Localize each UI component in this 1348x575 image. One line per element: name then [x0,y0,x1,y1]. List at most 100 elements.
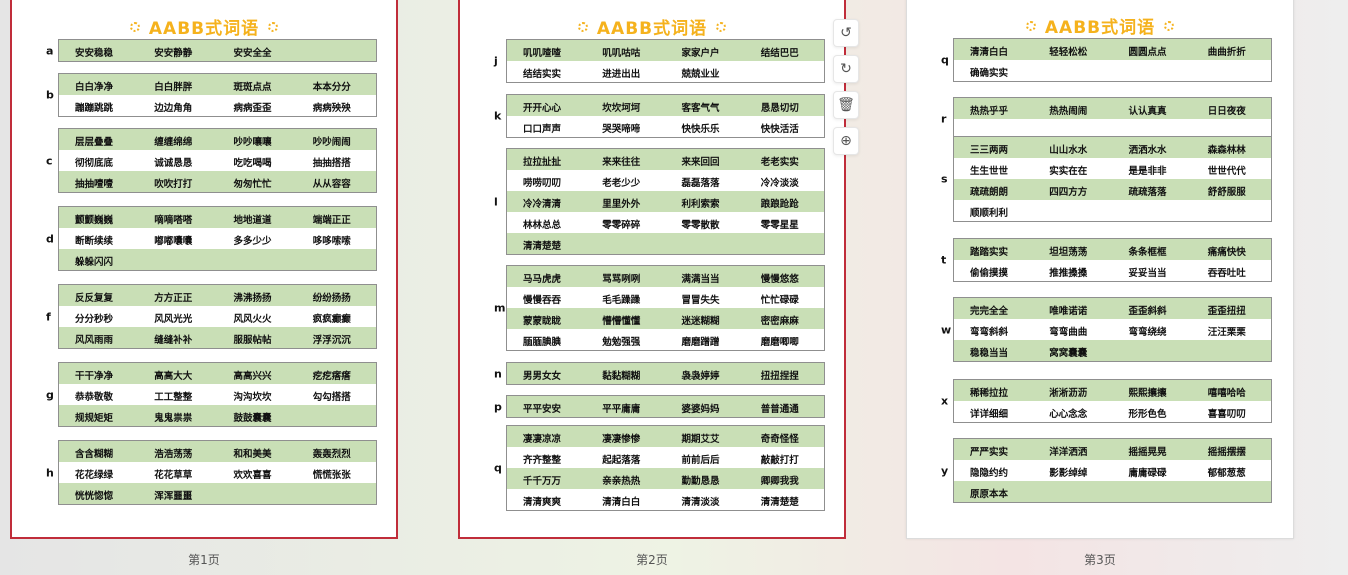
table-row: 规规矩矩 鬼鬼祟祟 鼓鼓囊囊 [59,405,376,426]
word-text: 轰轰烈烈 [312,449,351,460]
word-text: 原原本本 [970,489,1009,500]
word-cell: 骂骂咧咧 [586,271,665,287]
word-text: 热热闹闹 [1049,106,1088,117]
word-text: 彻彻底底 [75,158,114,169]
word-text: 服服帖帖 [233,335,272,346]
table-row: 详详细细 心心念念 形形色色 喜喜叨叨 [954,401,1271,422]
sun-icon [577,22,588,32]
table-row: 干干净净 高高大大 高高兴兴 疙疙瘩瘩 [59,363,376,384]
word-cell: 平平安安 [507,401,586,417]
page-3[interactable]: AABB式词语 q 清清白白 轻轻松松 圆圆点点 曲曲折折 确确实实 r 热热乎乎 热热闹闹 认认真… [906,0,1294,539]
word-cell: 鬼鬼祟祟 [138,410,217,426]
page-1[interactable]: AABB式词语 a 安安稳稳 安安静静 安安全全 b 白白净净 白白胖胖 斑斑点点 本本分分 蹦蹦跳… [10,0,398,539]
word-text: 老老实实 [760,157,799,168]
word-table: 男男女女 黏黏糊糊 袅袅婷婷 扭扭捏捏 [506,362,825,385]
table-row: 严严实实 洋洋洒洒 摇摇晃晃 摇摇摆摆 [954,439,1271,460]
word-text: 浩浩荡荡 [154,449,193,460]
word-table: 开开心心 坎坎坷坷 客客气气 恳恳切切 口口声声 哭哭啼啼 快快乐乐 快快活活 [506,94,825,138]
word-cell: 吃吃喝喝 [218,155,297,171]
word-text: 规规矩矩 [75,413,114,424]
word-text: 汪汪栗栗 [1207,327,1246,338]
word-cell [138,268,217,270]
group-letter: w [941,323,952,336]
word-text: 高高兴兴 [233,371,272,382]
word-cell: 病病殃殃 [297,100,376,116]
rotate-left-button[interactable]: ↺ [833,19,859,47]
word-cell: 地地道道 [218,212,297,228]
word-text: 心心念念 [1049,409,1088,420]
word-text: 轻轻松松 [1049,47,1088,58]
page-number-label: 第3页 [1084,553,1116,567]
word-cell: 日日夜夜 [1192,103,1271,119]
word-text: 喜喜叨叨 [1207,409,1246,420]
word-cell: 清清爽爽 [507,494,586,510]
word-text: 平平安安 [523,404,562,415]
add-button[interactable]: ⊕ [833,127,859,155]
group-letter: c [46,154,53,167]
word-text: 马马虎虎 [523,274,562,285]
page-2[interactable]: AABB式词语 j 叽叽喳喳 叽叽咕咕 家家户户 结结巴巴 结结实实 进进出出 兢兢业业 k 开开心… [458,0,846,539]
word-text: 林林总总 [523,220,562,231]
word-cell [745,252,824,254]
word-table: 安安稳稳 安安静静 安安全全 [58,39,377,62]
word-cell: 拉拉扯扯 [507,154,586,170]
word-table: 拉拉扯扯 来来往往 来来回回 老老实实 唠唠叨叨 老老少少 磊磊落落 冷冷淡淡 冷冷清清 里里外外… [506,148,825,255]
word-cell: 心心念念 [1033,406,1112,422]
delete-button[interactable]: 🗑 [833,91,859,119]
word-text: 疙疙瘩瘩 [312,371,351,382]
word-cell: 老老实实 [745,154,824,170]
word-cell: 风风火火 [218,311,297,327]
word-group-a: a 安安稳稳 安安静静 安安全全 [46,39,377,62]
word-cell: 白白胖胖 [138,79,217,95]
word-text: 病病殃殃 [312,103,351,114]
word-text: 吃吃喝喝 [233,158,272,169]
word-text: 恍恍惚惚 [75,491,114,502]
word-cell: 起起落落 [586,452,665,468]
word-cell: 痛痛快快 [1192,244,1271,260]
word-text: 平平庸庸 [602,404,641,415]
word-cell: 婆婆妈妈 [666,401,745,417]
word-cell: 庸庸碌碌 [1113,465,1192,481]
word-table: 清清白白 轻轻松松 圆圆点点 曲曲折折 确确实实 [953,38,1272,82]
word-text: 弯弯绕绕 [1128,327,1167,338]
sun-icon [716,22,727,32]
word-text: 坎坎坷坷 [602,103,641,114]
word-table: 完完全全 唯唯诺诺 歪歪斜斜 歪歪扭扭 弯弯斜斜 弯弯曲曲 弯弯绕绕 汪汪栗栗 稳稳当当 窝窝囊囊 [953,297,1272,362]
word-cell: 斑斑点点 [218,79,297,95]
word-text: 摇摇晃晃 [1128,447,1167,458]
word-text: 敲敲打打 [760,455,799,466]
word-cell: 圆圆点点 [1113,44,1192,60]
word-cell: 清清楚楚 [745,494,824,510]
word-cell: 男男女女 [507,368,586,384]
word-cell: 口口声声 [507,121,586,137]
rotate-right-button[interactable]: ↻ [833,55,859,83]
word-cell: 忙忙碌碌 [745,292,824,308]
word-text: 快快乐乐 [681,124,720,135]
word-text: 和和美美 [233,449,272,460]
word-cell: 黏黏糊糊 [586,368,665,384]
group-letter: q [494,461,502,475]
word-cell: 浑浑噩噩 [138,488,217,504]
word-cell: 稀稀拉拉 [954,385,1033,401]
table-row: 躲躲闪闪 [59,249,376,270]
word-cell: 进进出出 [586,66,665,82]
word-cell: 风风光光 [138,311,217,327]
word-text: 缠缠绵绵 [154,137,193,148]
word-group-y: y 严严实实 洋洋洒洒 摇摇晃晃 摇摇摆摆 隐隐约约 影影绰绰 庸庸碌碌 郁郁葱葱 原原本本 [941,438,1272,503]
word-text: 淅淅沥沥 [1049,388,1088,399]
word-cell: 勤勤恳恳 [666,473,745,489]
page-title: AABB式词语 [12,14,396,39]
word-cell: 安安稳稳 [59,45,138,61]
word-cell: 零零碎碎 [586,217,665,233]
word-cell: 老老少少 [586,175,665,191]
word-table: 马马虎虎 骂骂咧咧 满满当当 慢慢悠悠 慢慢吞吞 毛毛躁躁 冒冒失失 忙忙碌碌 蒙蒙眬眬 懵懵懂懂… [506,265,825,351]
word-cell: 零零散散 [666,217,745,233]
word-cell: 轻轻松松 [1033,44,1112,60]
word-cell: 严严实实 [954,444,1033,460]
word-cell: 淅淅沥沥 [1033,385,1112,401]
word-cell [586,252,665,254]
word-text: 确确实实 [970,68,1009,79]
word-text: 迷迷糊糊 [681,316,720,327]
word-group-d: d 颤颤巍巍 嘀嘀嗒嗒 地地道道 端端正正 断断续续 嘟嘟囔囔 多多少少 哆哆嗦嗦 躲躲闪闪 [46,206,377,271]
word-cell: 缠缠绵绵 [138,134,217,150]
